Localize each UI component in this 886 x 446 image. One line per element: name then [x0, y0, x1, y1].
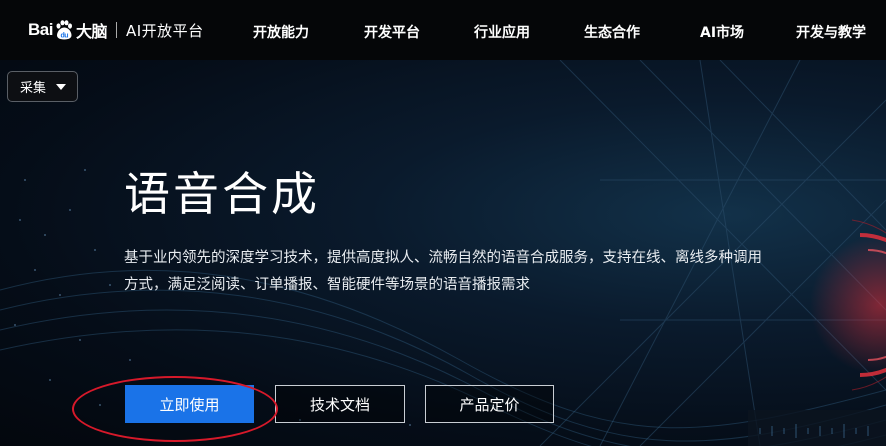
baidu-paw-icon: du: [54, 20, 74, 40]
nav-item-ecosystem[interactable]: 生态合作: [584, 22, 640, 42]
nav-item-ai-market[interactable]: AI市场: [700, 22, 744, 42]
logo-text-bai: Bai: [28, 20, 53, 39]
platform-name: AI开放平台: [125, 21, 204, 40]
hero-banner: 采集 语音合成 基于业内领先的深度学习技术，提供高度拟人、流畅自然的语音合成服务…: [0, 60, 886, 446]
top-navigation: Bai du 大脑 AI开放平台 开放能力 开发平台 行业应用 生态合作 AI市…: [0, 0, 886, 60]
page-title: 语音合成: [124, 167, 320, 221]
collect-label: 采集: [20, 81, 47, 96]
use-now-button[interactable]: 立即使用: [125, 385, 254, 423]
hero-description: 基于业内领先的深度学习技术，提供高度拟人、流畅自然的语音合成服务，支持在线、离线…: [124, 250, 762, 293]
baidu-ai-logo[interactable]: Bai du 大脑 AI开放平台: [28, 17, 204, 43]
logo-paw-text: du: [60, 32, 68, 39]
logo-separator: [115, 22, 117, 38]
collect-dropdown-button[interactable]: 采集: [7, 71, 78, 102]
logo-text-cn: 大脑: [75, 24, 108, 41]
nav-item-industry-apps[interactable]: 行业应用: [474, 22, 530, 42]
caret-down-icon: [56, 83, 67, 90]
nav-item-dev-teaching[interactable]: 开发与教学: [796, 22, 866, 42]
nav-item-dev-platform[interactable]: 开发平台: [364, 22, 420, 42]
pricing-button[interactable]: 产品定价: [425, 385, 554, 423]
logo-wordmark: Bai du 大脑: [28, 18, 107, 42]
tech-docs-button[interactable]: 技术文档: [275, 385, 405, 423]
nav-item-open-capabilities[interactable]: 开放能力: [253, 22, 309, 42]
